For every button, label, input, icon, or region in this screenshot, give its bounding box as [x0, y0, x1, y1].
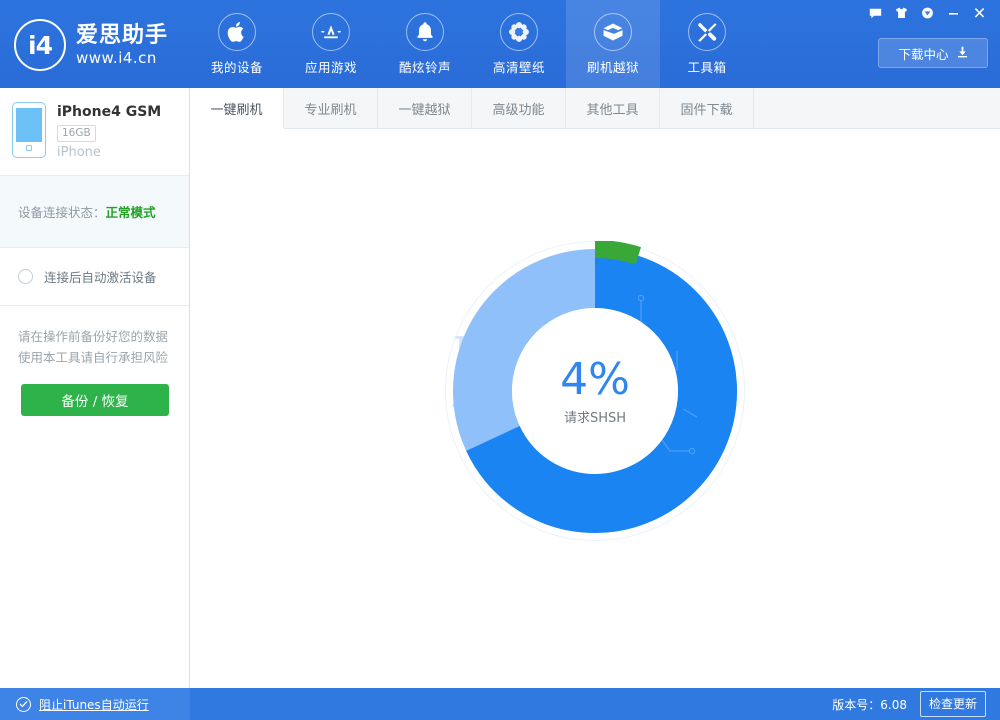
flower-icon [500, 13, 538, 51]
download-icon [957, 46, 968, 61]
app-header: i4 爱思助手 www.i4.cn 我的设备 [0, 0, 1000, 88]
logo-title: 爱思助手 [76, 23, 168, 49]
progress-percent: 4% [560, 356, 630, 404]
device-type: iPhone [57, 144, 161, 161]
bell-icon [406, 13, 444, 51]
device-thumbnail-icon [12, 102, 46, 158]
nav-label: 刷机越狱 [587, 57, 639, 76]
progress-donut-chart: KIP ystem [445, 241, 745, 541]
logo-text: 爱思助手 www.i4.cn [76, 23, 168, 67]
backup-restore-button[interactable]: 备份 / 恢复 [21, 384, 169, 416]
radio-icon[interactable] [18, 269, 33, 284]
check-circle-icon [16, 697, 31, 712]
auto-activate-label: 连接后自动激活设备 [44, 267, 157, 286]
tip-line: 请在操作前备份好您的数据 [18, 326, 173, 347]
nav-item-my-device[interactable]: 我的设备 [190, 0, 284, 88]
tab-pro-flash[interactable]: 专业刷机 [284, 88, 378, 128]
status-bar-right: 版本号：6.08 检查更新 [832, 691, 1000, 717]
download-center-button[interactable]: 下载中心 [878, 38, 988, 68]
nav-item-toolbox[interactable]: 工具箱 [660, 0, 754, 88]
tips-block: 请在操作前备份好您的数据 使用本工具请自行承担风险 [0, 306, 189, 368]
main-nav: 我的设备 应用游戏 [190, 0, 754, 88]
device-capacity-badge: 16GB [57, 125, 96, 142]
nav-label: 高清壁纸 [493, 57, 545, 76]
connection-status-value: 正常模式 [106, 202, 156, 221]
app-logo: i4 爱思助手 www.i4.cn [14, 16, 184, 74]
skin-icon[interactable] [888, 2, 914, 24]
version-label: 版本号：6.08 [832, 696, 907, 713]
status-bar: 阻止iTunes自动运行 版本号：6.08 检查更新 [0, 688, 1000, 720]
close-icon[interactable] [966, 2, 992, 24]
device-screen [16, 108, 42, 142]
nav-label: 我的设备 [211, 57, 263, 76]
progress-stage-label: 请求SHSH [564, 407, 626, 426]
progress-stage: KIP ystem [190, 129, 1000, 688]
main-content: 一键刷机 专业刷机 一键越狱 高级功能 其他工具 固件下载 KIP ystem [190, 88, 1000, 688]
connection-status-label: 设备连接状态： [18, 202, 106, 221]
nav-item-flash-jailbreak[interactable]: 刷机越狱 [566, 0, 660, 88]
nav-item-wallpapers[interactable]: 高清壁纸 [472, 0, 566, 88]
tab-one-key-jailbreak[interactable]: 一键越狱 [378, 88, 472, 128]
download-center-label: 下载中心 [898, 44, 948, 63]
device-card[interactable]: iPhone4 GSM 16GB iPhone [0, 88, 189, 176]
tab-other-tools[interactable]: 其他工具 [566, 88, 660, 128]
device-home-button [26, 145, 32, 151]
tab-firmware-download[interactable]: 固件下载 [660, 88, 754, 128]
logo-mark-icon: i4 [14, 19, 66, 71]
sidebar: iPhone4 GSM 16GB iPhone 设备连接状态： 正常模式 连接后… [0, 88, 190, 688]
appstore-icon [312, 13, 350, 51]
menu-icon[interactable] [914, 2, 940, 24]
block-itunes-label: 阻止iTunes自动运行 [39, 696, 149, 713]
auto-activate-option[interactable]: 连接后自动激活设备 [0, 248, 189, 306]
nav-label: 应用游戏 [305, 57, 357, 76]
tip-line: 使用本工具请自行承担风险 [18, 347, 173, 368]
tab-advanced[interactable]: 高级功能 [472, 88, 566, 128]
tab-one-key-flash[interactable]: 一键刷机 [190, 88, 284, 129]
feedback-icon[interactable] [862, 2, 888, 24]
nav-label: 酷炫铃声 [399, 57, 451, 76]
nav-label: 工具箱 [687, 57, 726, 76]
donut-center: 4% 请求SHSH [512, 308, 678, 474]
tools-icon [688, 13, 726, 51]
check-update-button[interactable]: 检查更新 [920, 691, 986, 717]
logo-url: www.i4.cn [76, 49, 168, 67]
block-itunes-toggle[interactable]: 阻止iTunes自动运行 [0, 688, 190, 720]
device-name: iPhone4 GSM [57, 103, 161, 121]
window-controls [862, 2, 992, 24]
tab-bar: 一键刷机 专业刷机 一键越狱 高级功能 其他工具 固件下载 [190, 88, 1000, 129]
open-box-icon [594, 13, 632, 51]
device-meta: iPhone4 GSM 16GB iPhone [57, 102, 161, 161]
minimize-icon[interactable] [940, 2, 966, 24]
connection-status: 设备连接状态： 正常模式 [0, 176, 189, 248]
nav-item-apps-games[interactable]: 应用游戏 [284, 0, 378, 88]
apple-icon [218, 13, 256, 51]
nav-item-ringtones[interactable]: 酷炫铃声 [378, 0, 472, 88]
app-window: i4 爱思助手 www.i4.cn 我的设备 [0, 0, 1000, 720]
